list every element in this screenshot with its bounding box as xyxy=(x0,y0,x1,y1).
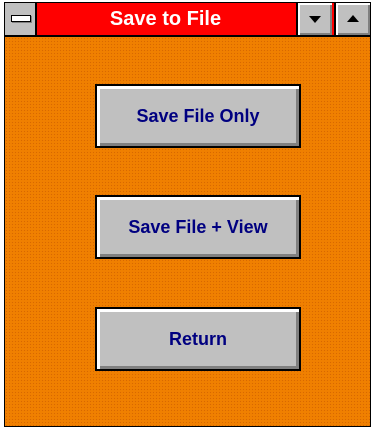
title-bar[interactable]: Save to File xyxy=(5,3,370,37)
save-file-view-button[interactable]: Save File + View xyxy=(95,195,301,259)
maximize-button[interactable] xyxy=(334,3,370,35)
system-menu-button[interactable] xyxy=(5,3,37,35)
save-file-only-button[interactable]: Save File Only xyxy=(95,84,301,148)
minimize-button[interactable] xyxy=(296,3,332,35)
save-to-file-window: Save to File Save File Only Save File + … xyxy=(4,2,371,427)
chevron-down-icon xyxy=(309,16,321,23)
dialog-body: Save File Only Save File + View Return xyxy=(5,37,370,426)
chevron-up-icon xyxy=(347,15,359,22)
return-button[interactable]: Return xyxy=(95,307,301,371)
system-menu-icon xyxy=(11,15,31,22)
window-title: Save to File xyxy=(109,8,222,30)
